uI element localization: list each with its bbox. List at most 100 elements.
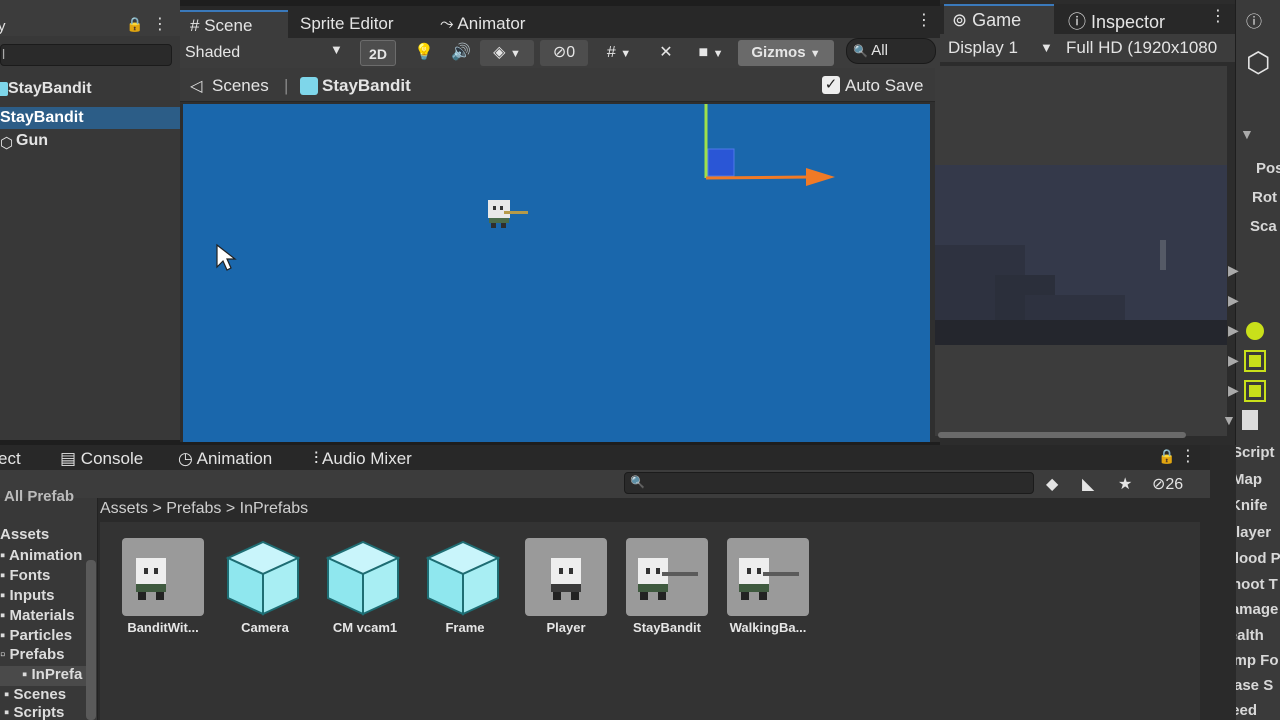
asset-label: Player xyxy=(546,620,586,635)
foldout-arrow-icon[interactable]: ▼ xyxy=(1222,412,1236,428)
tab-inspector[interactable]: ⓘ Inspector xyxy=(1060,6,1173,36)
asset-tile[interactable] xyxy=(525,538,607,616)
filter-by-label-icon[interactable]: ◣ xyxy=(1082,474,1094,494)
tab-console[interactable]: ▤ Console xyxy=(60,449,143,469)
animator-icon: ⤳ xyxy=(440,14,454,33)
effects-dropdown[interactable]: ◈ ▼ xyxy=(480,40,534,66)
lock-icon[interactable]: 🔒 xyxy=(126,16,143,33)
more-options-icon[interactable]: ⋮ xyxy=(152,14,168,34)
auto-save-checkbox[interactable]: ✓ xyxy=(822,76,840,94)
tree-item-materials[interactable]: ▪ Materials xyxy=(0,607,75,624)
bandit-gun-prefab-icon xyxy=(739,558,799,600)
tab-animation[interactable]: ◷ Animation xyxy=(178,449,272,469)
shading-mode-dropdown[interactable]: Shaded xyxy=(182,40,350,66)
hierarchy-tab[interactable]: y xyxy=(0,18,6,35)
more-options-icon[interactable]: ⋮ xyxy=(1210,6,1226,26)
filter-by-type-icon[interactable]: ◆ xyxy=(1046,474,1058,494)
tree-item-scenes[interactable]: ▪ Scenes xyxy=(4,686,66,703)
asset-tile[interactable] xyxy=(727,538,809,616)
tools-icon[interactable]: ✕ xyxy=(652,40,680,66)
asset-tile[interactable] xyxy=(422,538,504,616)
asset-label: CM vcam1 xyxy=(332,620,398,635)
game-scrollbar[interactable] xyxy=(938,432,1186,438)
folder-icon: ▪ xyxy=(4,704,10,720)
chevron-down-icon: ▼ xyxy=(620,48,632,60)
x-axis-arrow[interactable] xyxy=(806,168,835,186)
chevron-down-icon: ▼ xyxy=(509,48,521,60)
hidden-packages-toggle[interactable]: ⊘26 xyxy=(1152,474,1183,494)
tab-game[interactable]: ⊚ Game xyxy=(944,4,1054,34)
breadcrumb-scenes[interactable]: Scenes xyxy=(212,76,269,96)
asset-tile[interactable] xyxy=(122,538,204,616)
asset-tile[interactable] xyxy=(222,538,304,616)
tree-item-scenes-label: Scenes xyxy=(13,686,67,703)
tab-sprite-editor[interactable]: Sprite Editor xyxy=(290,10,404,38)
component-foldout-icon[interactable]: ▶ xyxy=(1228,292,1239,309)
hierarchy-search-input[interactable] xyxy=(0,44,172,66)
gizmos-label: Gizmos xyxy=(751,44,806,61)
tree-item-animation-label: Animation xyxy=(8,547,83,564)
move-gizmo[interactable] xyxy=(690,104,850,194)
tab-scene[interactable]: # Scene xyxy=(180,10,288,38)
tree-item-fonts[interactable]: ▪ Fonts xyxy=(0,567,50,584)
bandit-gun-prefab-icon xyxy=(638,558,698,600)
asset-tile[interactable] xyxy=(626,538,708,616)
xy-plane-handle[interactable] xyxy=(707,148,735,177)
tree-item-assets[interactable]: Assets xyxy=(0,526,49,543)
cube-prefab-icon xyxy=(325,540,401,616)
2d-mode-toggle[interactable]: 2D xyxy=(360,40,396,66)
hierarchy-item-gun[interactable]: Gun xyxy=(16,132,48,150)
prefab-icon xyxy=(300,77,318,95)
more-options-icon[interactable]: ⋮ xyxy=(916,10,932,30)
cube-icon: ⬡ xyxy=(0,135,14,152)
asset-tile[interactable] xyxy=(322,538,404,616)
tree-item-prefabs[interactable]: ▫ Prefabs xyxy=(0,646,65,663)
hierarchy-item-selected-label: StayBandit xyxy=(0,109,84,126)
gizmos-dropdown[interactable]: Gizmos ▼ xyxy=(738,40,834,66)
folder-tree-scrollbar[interactable] xyxy=(86,560,96,720)
breadcrumb-prefab[interactable]: StayBandit xyxy=(322,76,411,96)
back-arrow-icon: ◁ xyxy=(190,78,203,95)
tree-item-scripts[interactable]: ▪ Scripts xyxy=(4,704,64,720)
component-foldout-icon[interactable]: ▶ xyxy=(1228,262,1239,279)
tab-audio-mixer[interactable]: ⫶ Audio Mixer xyxy=(314,449,412,469)
tab-sprite-editor-label: Sprite Editor xyxy=(300,14,394,33)
favorites-star-icon[interactable]: ★ xyxy=(1118,474,1132,494)
more-options-icon[interactable]: ⋮ xyxy=(1180,446,1196,466)
tree-item-scripts-label: Scripts xyxy=(13,704,65,720)
tree-item-inputs[interactable]: ▪ Inputs xyxy=(0,587,55,604)
grid-icon: # xyxy=(190,16,200,35)
lock-icon[interactable]: 🔒 xyxy=(1158,448,1175,465)
tab-animator[interactable]: ⤳ Animator xyxy=(430,10,535,38)
camera-dropdown[interactable]: ■ ▼ xyxy=(686,40,736,66)
audio-toggle-icon[interactable]: 🔊 xyxy=(448,40,474,66)
lighting-toggle-icon[interactable]: 💡 xyxy=(412,40,436,66)
display-dropdown[interactable]: Display 1 xyxy=(948,38,1018,58)
tree-item-all-prefab[interactable]: All Prefab xyxy=(4,488,74,505)
asset-breadcrumb[interactable]: Assets > Prefabs > InPrefabs xyxy=(100,500,308,518)
scene-visibility-toggle[interactable]: ⊘0 xyxy=(540,40,588,66)
tab-project[interactable]: ect xyxy=(0,449,21,469)
scene-search-input[interactable]: 🔍 All xyxy=(846,38,936,64)
project-search-input[interactable] xyxy=(624,472,1034,494)
info-icon: ⓘ xyxy=(1068,12,1086,32)
x-axis-handle[interactable] xyxy=(705,175,811,180)
resolution-dropdown[interactable]: Full HD (1920x1080 xyxy=(1066,38,1217,58)
foldout-arrow-icon[interactable]: ▼ xyxy=(1240,126,1254,142)
hierarchy-panel xyxy=(0,0,180,440)
tree-item-particles-label: Particles xyxy=(9,627,73,644)
hierarchy-item-root[interactable]: StayBandit xyxy=(8,80,92,98)
tab-animation-label: Animation xyxy=(196,449,273,468)
grid-snapping-dropdown[interactable]: # ▼ xyxy=(592,40,646,66)
folder-open-icon: ▫ xyxy=(0,646,6,663)
bandit-sprite[interactable] xyxy=(486,198,534,230)
component-foldout-icon[interactable]: ▶ xyxy=(1228,322,1239,339)
folder-icon: ▪ xyxy=(0,567,6,584)
field-script-label: Script xyxy=(1232,444,1275,461)
tree-item-fonts-label: Fonts xyxy=(9,567,51,584)
tree-item-particles[interactable]: ▪ Particles xyxy=(0,627,72,644)
component-foldout-icon[interactable]: ▶ xyxy=(1228,352,1239,369)
tab-animator-label: Animator xyxy=(457,14,526,33)
component-foldout-icon[interactable]: ▶ xyxy=(1228,382,1239,399)
tree-item-animation[interactable]: ▪ Animation xyxy=(0,547,82,564)
